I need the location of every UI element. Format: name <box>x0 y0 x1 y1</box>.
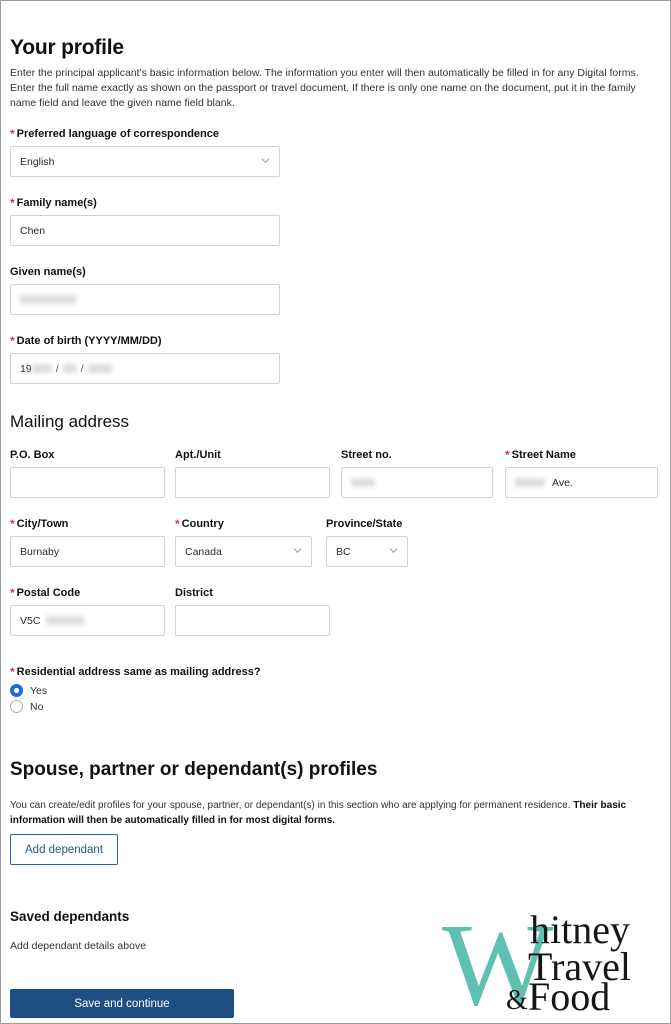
province-state-select[interactable]: BC <box>326 536 408 567</box>
radio-no-indicator[interactable] <box>10 700 23 713</box>
date-of-birth-year-prefix: 19 <box>20 362 32 375</box>
given-name-redacted-value <box>20 295 76 304</box>
family-name-input[interactable]: Chen <box>10 215 280 246</box>
district-input[interactable] <box>175 605 330 636</box>
dependants-heading: Spouse, partner or dependant(s) profiles <box>10 759 378 780</box>
svg-text:&: & <box>506 985 528 1013</box>
postal-code-label: * Postal Code <box>10 586 81 600</box>
radio-option-no[interactable]: No <box>10 700 410 713</box>
preferred-language-label: * Preferred language of correspondence <box>10 127 220 141</box>
country-select[interactable]: Canada <box>175 536 312 567</box>
page-intro: Enter the principal applicant's basic in… <box>10 67 639 109</box>
given-name-input[interactable] <box>10 284 280 315</box>
date-of-birth-month-redacted <box>62 364 77 373</box>
postal-code-input[interactable]: V5C <box>10 605 165 636</box>
required-asterisk: * <box>10 517 15 531</box>
country-value: Canada <box>185 545 222 558</box>
street-no-input[interactable] <box>341 467 493 498</box>
required-asterisk: * <box>10 586 15 600</box>
given-name-label: Given name(s) <box>10 266 86 278</box>
required-asterisk: * <box>10 665 15 679</box>
field-preferred-language: * Preferred language of correspondence En… <box>10 127 280 177</box>
radio-option-yes[interactable]: Yes <box>10 684 410 697</box>
svg-text:W: W <box>442 905 554 1013</box>
date-separator-2: / <box>80 362 84 375</box>
province-state-label: Province/State <box>326 518 403 530</box>
field-given-name: Given name(s) <box>10 265 280 315</box>
chevron-down-icon <box>261 156 270 165</box>
street-no-redacted-value <box>351 478 375 487</box>
field-postal-code: * Postal Code V5C <box>10 586 165 636</box>
country-label: * Country <box>175 517 224 531</box>
add-dependant-button[interactable]: Add dependant <box>10 834 119 865</box>
district-label: District <box>175 587 213 599</box>
saved-dependants-empty-text: Add dependant details above <box>10 940 147 952</box>
saved-dependants-heading: Saved dependants <box>10 909 130 924</box>
whitney-travel-food-watermark: W hitney Travel & Food <box>442 905 662 1013</box>
preferred-language-select[interactable]: English <box>10 146 280 177</box>
save-and-continue-button[interactable]: Save and continue <box>10 989 234 1018</box>
radio-yes-label: Yes <box>30 684 48 697</box>
field-street-no: Street no. <box>341 448 493 498</box>
field-po-box: P.O. Box <box>10 448 165 498</box>
city-town-input[interactable]: Burnaby <box>10 536 165 567</box>
date-of-birth-input[interactable]: 19 / / <box>10 353 280 384</box>
field-street-name: * Street Name Ave. <box>505 448 658 498</box>
city-town-label: * City/Town <box>10 517 69 531</box>
field-city-town: * City/Town Burnaby <box>10 517 165 567</box>
city-town-value: Burnaby <box>20 545 60 558</box>
field-district: District <box>175 586 330 636</box>
radio-yes-indicator[interactable] <box>10 684 23 697</box>
chevron-down-icon <box>293 546 302 555</box>
family-name-label: * Family name(s) <box>10 196 97 210</box>
page-inner: Your profile Enter the principal applica… <box>1 1 670 1023</box>
field-residential-same-as-mailing: * Residential address same as mailing add… <box>10 665 410 713</box>
chevron-down-icon <box>389 546 398 555</box>
required-asterisk: * <box>505 448 510 462</box>
required-asterisk: * <box>10 196 15 210</box>
date-of-birth-label: * Date of birth (YYYY/MM/DD) <box>10 334 162 348</box>
required-asterisk: * <box>10 127 15 141</box>
postal-code-prefix: V5C <box>20 614 41 627</box>
residential-same-label: * Residential address same as mailing add… <box>10 665 261 679</box>
field-apt-unit: Apt./Unit <box>175 448 330 498</box>
required-asterisk: * <box>10 334 15 348</box>
postal-code-redacted-value <box>46 616 85 625</box>
field-date-of-birth: * Date of birth (YYYY/MM/DD) 19 / / <box>10 334 280 384</box>
svg-text:Food: Food <box>528 974 610 1013</box>
page-title: Your profile <box>10 36 124 59</box>
date-of-birth-year-redacted <box>31 364 52 373</box>
preferred-language-value: English <box>20 155 55 168</box>
family-name-value: Chen <box>20 224 46 237</box>
apt-unit-input[interactable] <box>175 467 330 498</box>
field-country: * Country Canada <box>175 517 312 567</box>
date-of-birth-day-redacted <box>87 364 112 373</box>
street-name-suffix: Ave. <box>552 476 573 489</box>
street-no-label: Street no. <box>341 449 392 461</box>
province-state-value: BC <box>336 545 351 558</box>
street-name-input[interactable]: Ave. <box>505 467 658 498</box>
required-asterisk: * <box>175 517 180 531</box>
field-family-name: * Family name(s) Chen <box>10 196 280 246</box>
svg-text:Travel: Travel <box>528 944 631 989</box>
field-province-state: Province/State BC <box>326 517 408 567</box>
po-box-label: P.O. Box <box>10 449 55 461</box>
po-box-input[interactable] <box>10 467 165 498</box>
street-name-redacted-value <box>515 478 545 487</box>
apt-unit-label: Apt./Unit <box>175 449 221 461</box>
mailing-address-heading: Mailing address <box>10 412 130 431</box>
svg-text:hitney: hitney <box>530 907 630 952</box>
profile-page: Your profile Enter the principal applica… <box>0 0 671 1024</box>
date-separator-1: / <box>55 362 59 375</box>
dependants-description-plain: You can create/edit profiles for your sp… <box>10 800 574 811</box>
radio-no-label: No <box>30 700 44 713</box>
street-name-label: * Street Name <box>505 448 576 462</box>
dependants-description: You can create/edit profiles for your sp… <box>10 799 658 828</box>
